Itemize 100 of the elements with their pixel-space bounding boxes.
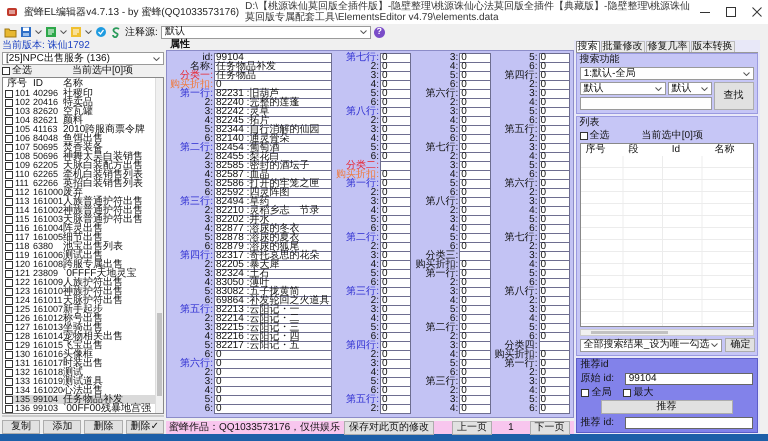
action-button[interactable]: 复制 (2, 420, 40, 434)
list-row[interactable]: 108 50696 神舞太昊白装销售 (5, 152, 155, 161)
list-row[interactable]: 119 161006测试出售 (5, 251, 155, 260)
input-field[interactable]: 82214 :云阳记・二 (214, 314, 332, 324)
input-field[interactable]: 0 (538, 62, 570, 72)
input-field[interactable]: 0 (459, 341, 490, 351)
checkbox[interactable] (5, 206, 13, 214)
input-field[interactable]: 0 (380, 323, 412, 333)
input-field[interactable]: 0 (538, 215, 570, 225)
input-field[interactable]: 82344 :自行消解的仙园 (214, 125, 332, 135)
checkbox[interactable] (5, 288, 13, 296)
save-icon[interactable] (20, 26, 32, 38)
input-field[interactable]: 0 (459, 89, 490, 99)
input-field[interactable]: 0 (538, 206, 570, 216)
input-field[interactable]: 0 (380, 188, 412, 198)
checkbox[interactable] (5, 386, 13, 394)
input-field[interactable]: 0 (380, 197, 412, 207)
list-row[interactable]: 111 62266 英招白装销售列表 (5, 179, 155, 188)
checkbox[interactable] (5, 396, 13, 404)
find-button[interactable]: 查找 (714, 82, 754, 110)
checkbox[interactable] (2, 67, 10, 75)
list-row[interactable]: 136 99103 `00FF00残暴地宫强 (5, 404, 155, 413)
scroll-thumb[interactable] (157, 312, 162, 396)
checkbox[interactable] (5, 324, 13, 332)
input-field[interactable]: 82213 :云阳记・一 (214, 305, 332, 315)
list-row[interactable]: 127 161013坐骑出售 (5, 323, 155, 332)
input-field[interactable]: 0 (538, 197, 570, 207)
checkbox[interactable] (5, 378, 13, 386)
checkbox[interactable] (5, 270, 13, 278)
folder-icon[interactable] (4, 26, 17, 38)
checkbox[interactable] (622, 388, 631, 396)
input-field[interactable]: 0 (214, 359, 332, 369)
input-field[interactable]: 0 (380, 206, 412, 216)
input-field[interactable]: 0 (380, 341, 412, 351)
input-field[interactable]: 0 (380, 80, 412, 90)
action-button[interactable]: 删除✓ (126, 420, 164, 434)
checkbox[interactable] (5, 116, 13, 124)
list-row[interactable]: 135 99104 任务物品补发 (5, 395, 155, 404)
action-select[interactable]: 全部搜索结果_设为唯一勾选 (580, 338, 722, 352)
input-field[interactable]: 0 (459, 233, 490, 243)
category-select[interactable]: [25]NPC出售服务 (136) (2, 52, 164, 65)
input-field[interactable]: 82210 :灵稻乡志 节录 (214, 206, 332, 216)
input-field[interactable]: 0 (459, 116, 490, 126)
input-field[interactable]: 99104 (624, 372, 753, 384)
input-field[interactable]: 0 (380, 134, 412, 144)
checkbox[interactable] (5, 252, 13, 260)
maximize-icon[interactable] (726, 7, 736, 17)
input-field[interactable]: 0 (380, 350, 412, 360)
tab[interactable]: 批量修改 (600, 41, 645, 52)
checkbox[interactable] (580, 132, 588, 140)
input-field[interactable]: 0 (459, 53, 490, 63)
input-field[interactable]: 0 (380, 224, 412, 234)
checkbox[interactable] (5, 342, 13, 350)
help-icon[interactable]: ? (374, 26, 385, 38)
input-field[interactable]: 0 (459, 260, 490, 270)
input-field[interactable]: 0 (538, 116, 570, 126)
input-field[interactable]: 0 (538, 224, 570, 234)
input-field[interactable]: 0 (380, 107, 412, 117)
checkbox[interactable] (5, 170, 13, 178)
checkbox[interactable] (5, 368, 13, 376)
input-field[interactable]: 0 (459, 404, 490, 414)
input-field[interactable]: 0 (214, 368, 332, 378)
check-circle-icon[interactable] (95, 26, 107, 38)
checkbox[interactable] (5, 180, 13, 188)
input-field[interactable]: 82217 :云阳记・五 (214, 341, 332, 351)
input-field[interactable]: 0 (538, 404, 570, 414)
checkbox[interactable] (5, 224, 13, 232)
input-field[interactable]: 0 (538, 350, 570, 360)
input-field[interactable]: 82585 :密封的酒坛子 (214, 161, 332, 171)
input-field[interactable]: 0 (459, 287, 490, 297)
input-field[interactable] (459, 251, 490, 261)
checkbox[interactable] (5, 108, 13, 116)
list-row[interactable]: 124 161011天脉护符出售 (5, 296, 155, 305)
checkbox[interactable] (5, 90, 13, 98)
checkbox[interactable] (5, 350, 13, 358)
checkbox[interactable] (5, 404, 13, 412)
list-row[interactable]: 125 161007新手起步 (5, 305, 155, 314)
input-field[interactable]: 0 (538, 179, 570, 189)
input-field[interactable]: 0 (459, 152, 490, 162)
input-field[interactable]: 0 (380, 242, 412, 252)
input-field[interactable]: 0 (380, 404, 412, 414)
checkbox[interactable] (5, 278, 13, 286)
input-field[interactable]: 0 (459, 143, 490, 153)
input-field[interactable]: 0 (538, 89, 570, 99)
input-field[interactable]: 0 (380, 170, 412, 180)
input-field[interactable]: 0 (538, 134, 570, 144)
input-field[interactable]: 任务物品补发 (214, 62, 332, 72)
input-field[interactable]: 82454 :葡萄酒 (214, 143, 332, 153)
input-field[interactable]: 0 (538, 71, 570, 81)
input-field[interactable]: 0 (459, 224, 490, 234)
list-row[interactable]: 106 84048 鱼饵出售 (5, 134, 155, 143)
input-field[interactable]: 0 (459, 170, 490, 180)
list-row[interactable]: 113 161001人族普通护符出售 (5, 197, 155, 206)
list-row[interactable]: 102 20416 特卖品 (5, 98, 155, 107)
input-field[interactable]: 0 (380, 278, 412, 288)
checkbox[interactable] (5, 234, 13, 242)
input-field[interactable]: 0 (380, 395, 412, 405)
horizontal-scrollbar[interactable] (2, 415, 164, 417)
scope-select[interactable]: 1:默认-全局 (580, 67, 754, 80)
checkbox[interactable] (5, 242, 13, 250)
